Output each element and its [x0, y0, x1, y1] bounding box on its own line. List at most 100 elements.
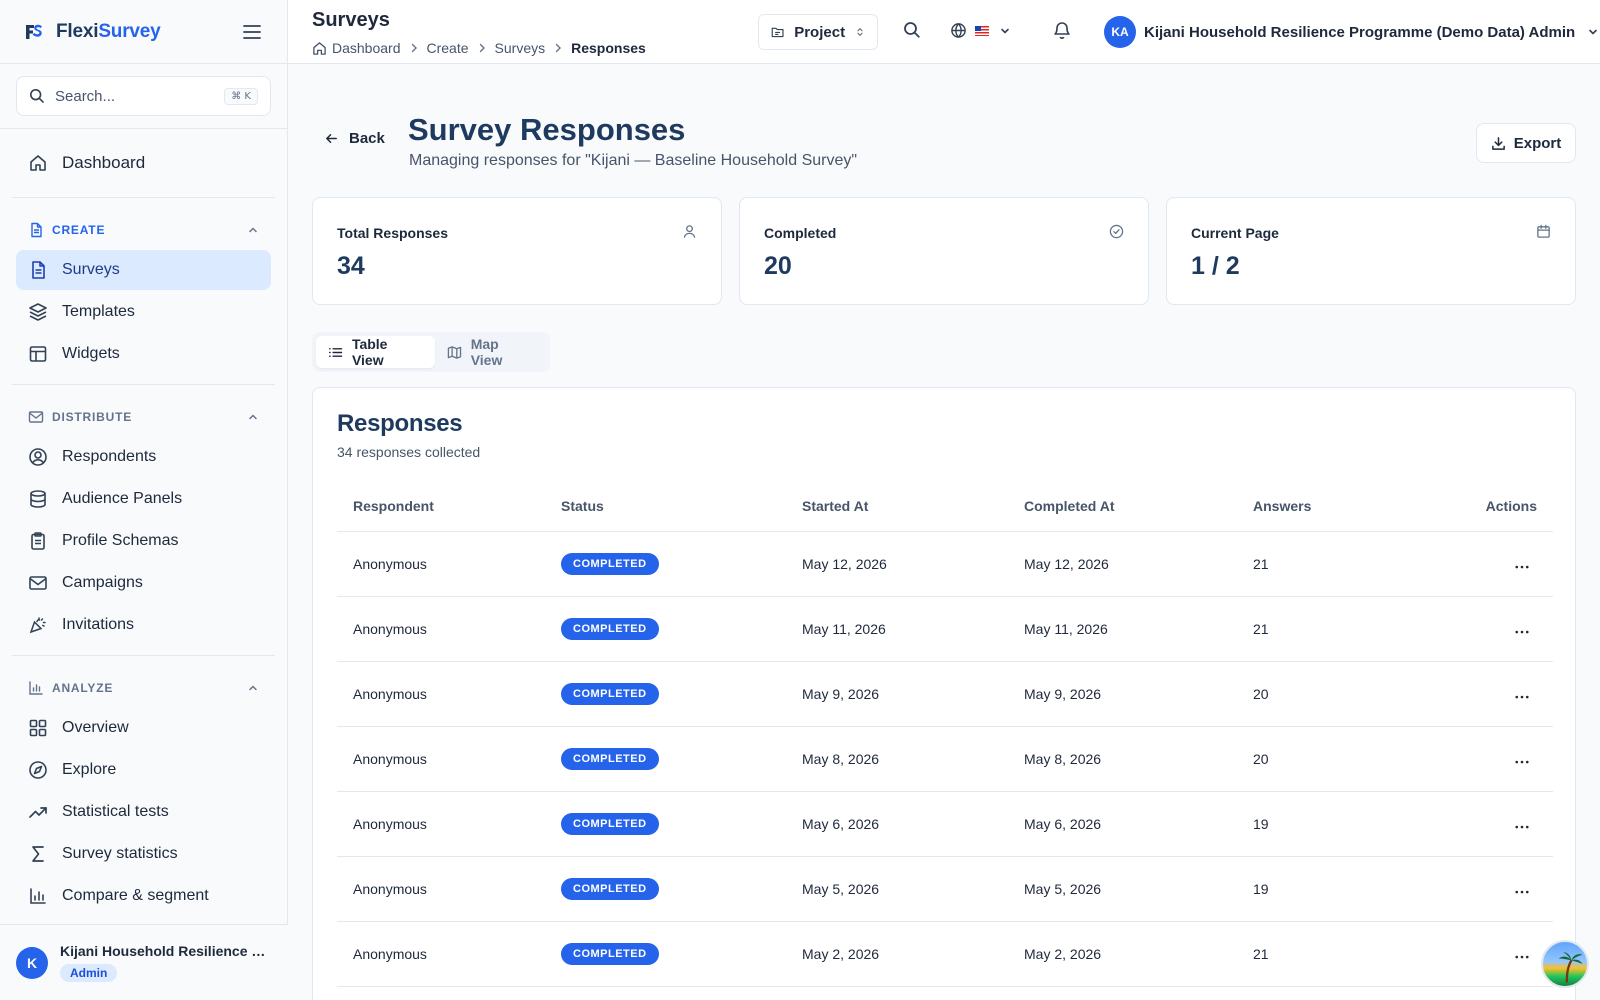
section-toggle-create[interactable]: CREATE — [16, 210, 271, 250]
row-actions-button[interactable] — [1515, 825, 1537, 829]
sidebar-item-label: Surveys — [62, 261, 120, 278]
stat-card-current-page: Current Page 1 / 2 — [1166, 197, 1576, 305]
table-row[interactable]: Anonymous COMPLETED May 8, 2026 May 8, 2… — [337, 726, 1553, 792]
sidebar-item-profile-schemas[interactable]: Profile Schemas — [16, 521, 271, 561]
clipboard-icon — [31, 532, 45, 550]
stat-label: Total Responses — [337, 225, 448, 241]
cell-completed-at: May 6, 2026 — [1008, 791, 1237, 857]
cell-answers: 19 — [1237, 856, 1407, 922]
sidebar-item-survey-statistics[interactable]: Survey statistics — [16, 834, 271, 874]
download-icon — [1491, 136, 1505, 150]
sidebar-item-explore[interactable]: Explore — [16, 750, 271, 790]
sidebar-item-overview[interactable]: Overview — [16, 708, 271, 748]
cell-actions — [1407, 856, 1553, 922]
sidebar-item-templates[interactable]: Templates — [16, 292, 271, 332]
breadcrumb-dashboard[interactable]: Dashboard — [332, 40, 401, 56]
sidebar-item-respondents[interactable]: Respondents — [16, 437, 271, 477]
stat-card-total-responses: Total Responses 34 — [312, 197, 722, 305]
sidebar-item-label: Overview — [62, 719, 129, 736]
assistant-launcher-button[interactable] — [1541, 940, 1589, 988]
search-icon[interactable] — [903, 21, 921, 39]
calendar-icon — [1537, 224, 1550, 238]
sidebar-item-audience-panels[interactable]: Audience Panels — [16, 479, 271, 519]
table-row[interactable]: Anonymous COMPLETED May 6, 2026 May 6, 2… — [337, 791, 1553, 857]
section-title: DISTRIBUTE — [52, 410, 132, 424]
sidebar-user-profile[interactable]: K Kijani Household Resilience Programme … — [0, 924, 288, 1000]
row-actions-button[interactable] — [1515, 565, 1537, 569]
mail-icon — [29, 576, 47, 590]
row-actions-button[interactable] — [1515, 760, 1537, 764]
cell-status: COMPLETED — [545, 921, 786, 987]
layers-icon — [29, 303, 47, 321]
breadcrumb-create[interactable]: Create — [427, 40, 469, 56]
search-input[interactable]: Search... ⌘ K — [16, 76, 271, 116]
project-selector[interactable]: Project — [758, 14, 878, 50]
tab-map-view[interactable]: Map View — [435, 336, 546, 368]
status-badge: COMPLETED — [561, 617, 659, 640]
sigma-icon — [32, 846, 44, 862]
home-icon — [313, 41, 326, 55]
cell-answers: 19 — [1237, 791, 1407, 857]
table-row[interactable]: Anonymous COMPLETED May 9, 2026 May 9, 2… — [337, 661, 1553, 727]
sidebar-item-campaigns[interactable]: Campaigns — [16, 563, 271, 603]
top-header: Surveys Dashboard Create Surveys Respons… — [288, 0, 1600, 64]
user-info: Kijani Household Resilience Programme (D… — [60, 943, 272, 982]
row-actions-button[interactable] — [1515, 630, 1537, 634]
page-subtitle: Managing responses for "Kijani — Baselin… — [409, 152, 858, 169]
bar-chart-icon — [29, 681, 43, 695]
bell-icon[interactable] — [1052, 20, 1072, 40]
back-button[interactable]: Back — [324, 130, 385, 147]
section-toggle-distribute[interactable]: DISTRIBUTE — [16, 397, 271, 437]
cell-answers: 21 — [1237, 531, 1407, 597]
sidebar-item-widgets[interactable]: Widgets — [16, 334, 271, 374]
search-shortcut-hint: ⌘ K — [224, 87, 258, 105]
sidebar-item-surveys[interactable]: Surveys — [16, 250, 271, 290]
sidebar-item-compare-segment[interactable]: Compare & segment — [16, 876, 271, 916]
cell-status: COMPLETED — [545, 661, 786, 727]
row-actions-button[interactable] — [1515, 695, 1537, 699]
cell-actions — [1407, 661, 1553, 727]
brand-name: FlexiSurvey — [56, 21, 161, 43]
cell-actions — [1407, 531, 1553, 597]
palm-tree-icon — [1558, 952, 1583, 983]
responses-count: 34 responses collected — [337, 444, 481, 460]
arrow-left-icon — [326, 134, 337, 143]
status-badge: COMPLETED — [561, 747, 659, 770]
sidebar-item-label: Dashboard — [62, 153, 146, 172]
sidebar-item-statistical-tests[interactable]: Statistical tests — [16, 792, 271, 832]
status-badge: COMPLETED — [561, 942, 659, 965]
nav-section-analyze: ANALYZE Overview Explore Statistical tes… — [0, 656, 287, 926]
main-content: Back Survey Responses Managing responses… — [288, 64, 1600, 1000]
page-heading: Survey Responses — [408, 112, 686, 147]
table-row[interactable]: Anonymous COMPLETED May 12, 2026 May 12,… — [337, 531, 1553, 597]
stat-card-completed: Completed 20 — [739, 197, 1149, 305]
cell-started-at: May 6, 2026 — [786, 791, 1008, 857]
cell-started-at: May 9, 2026 — [786, 661, 1008, 727]
project-label: Project — [794, 23, 846, 41]
user-menu[interactable]: KA Kijani Household Resilience Programme… — [1104, 16, 1599, 48]
cell-actions — [1407, 726, 1553, 792]
table-row[interactable]: Anonymous COMPLETED May 5, 2026 May 5, 2… — [337, 856, 1553, 922]
role-badge: Admin — [60, 964, 118, 982]
menu-toggle-icon[interactable] — [241, 21, 263, 43]
cell-completed-at: May 9, 2026 — [1008, 661, 1237, 727]
language-selector[interactable] — [950, 22, 1011, 39]
export-button[interactable]: Export — [1476, 123, 1576, 163]
responses-card: Responses 34 responses collected Respond… — [312, 387, 1576, 1000]
tab-table-view[interactable]: Table View — [316, 336, 435, 368]
sidebar-item-invitations[interactable]: Invitations — [16, 605, 271, 645]
avatar: K — [16, 946, 48, 979]
section-toggle-analyze[interactable]: ANALYZE — [16, 668, 271, 708]
table-row[interactable]: Anonymous COMPLETED May 2, 2026 May 2, 2… — [337, 921, 1553, 987]
breadcrumb-surveys[interactable]: Surveys — [495, 40, 546, 56]
export-label: Export — [1513, 134, 1562, 152]
cell-actions — [1407, 791, 1553, 857]
table-row[interactable]: Anonymous COMPLETED May 11, 2026 May 11,… — [337, 596, 1553, 662]
cell-started-at: May 11, 2026 — [786, 596, 1008, 662]
cell-answers: 20 — [1237, 726, 1407, 792]
chevron-up-down-icon — [857, 27, 863, 37]
stat-value: 20 — [764, 252, 792, 280]
row-actions-button[interactable] — [1515, 955, 1537, 959]
row-actions-button[interactable] — [1515, 890, 1537, 894]
sidebar-item-dashboard[interactable]: Dashboard — [16, 143, 271, 183]
